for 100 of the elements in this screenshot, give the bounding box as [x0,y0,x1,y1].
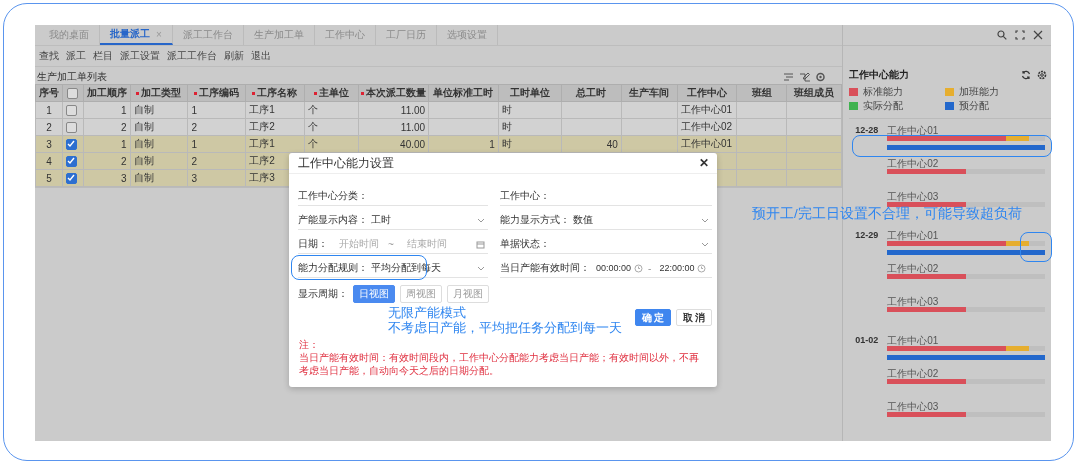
work-center-name: 工作中心02 [887,263,940,274]
clock-icon[interactable] [634,263,644,273]
dialog-button[interactable]: 确 定 [635,309,671,326]
column-header: 本次派工数量 [361,87,427,98]
form-field[interactable]: 工作中心： [500,187,712,206]
column-header: 加工类型 [136,87,182,98]
table-cell: 时 [501,121,512,132]
column-header: 主单位 [313,87,349,98]
period-label: 显示周期： [298,287,348,301]
table-cell: 时 [501,138,512,149]
work-center-name: 工作中心02 [887,368,940,379]
column-header: 工序名称 [252,87,298,98]
table-cell: 1 [489,138,495,150]
table-cell: 2 [120,155,127,167]
table-cell: 1 [46,104,52,116]
toolbar-button[interactable]: 派工工作台 [167,49,217,63]
table-cell: 1 [120,138,127,150]
row-checkbox[interactable] [65,155,77,167]
chevron-down-icon[interactable] [701,217,709,223]
calendar-icon[interactable] [476,239,485,249]
select-all-checkbox[interactable] [67,87,79,99]
toolbar-button[interactable]: 派工 [66,49,86,63]
table-cell: 4 [46,155,52,167]
edit-icon[interactable] [799,72,811,82]
tab[interactable]: 批量派工 × [100,25,173,45]
form-field[interactable]: 能力显示方式： 数值 [500,211,712,230]
row-checkbox[interactable] [65,104,77,116]
table-cell: 工序2 [249,155,275,166]
dialog-button[interactable]: 取 消 [676,309,712,326]
table-cell: 时 [501,104,512,115]
work-center-name: 工作中心02 [887,158,940,169]
chevron-down-icon[interactable] [477,265,485,271]
table-cell: 工序3 [249,172,275,183]
table-cell: 个 [307,138,318,149]
refresh-icon[interactable] [1021,70,1031,80]
toolbar-button[interactable]: 栏目 [93,49,113,63]
work-center-name: 工作中心03 [887,191,940,202]
toolbar-button[interactable]: 查找 [39,49,59,63]
form-field[interactable]: 工作中心分类： [298,187,488,206]
table-cell: 3 [191,172,197,184]
work-center-name: 工作中心03 [887,401,940,412]
work-center-name: 工作中心01 [887,125,940,136]
chevron-down-icon[interactable] [701,241,709,247]
view-button[interactable]: 日视图 [353,285,395,303]
work-center-name: 工作中心01 [887,335,940,346]
toolbar-button[interactable]: 刷新 [224,49,244,63]
table-cell: 2 [191,155,197,167]
table-cell: 工序2 [249,121,275,132]
column-header: 班组成员 [793,87,834,98]
row-checkbox[interactable] [65,121,77,133]
toolbar-button[interactable]: 退出 [251,49,271,63]
settings-icon[interactable] [1037,70,1047,80]
table-cell: 个 [307,121,318,132]
table-cell: 1 [191,104,197,116]
form-field[interactable]: 当日产能有效时间： 00:00:00 - 22:00:00 [500,259,712,278]
table-cell: 工作中心02 [681,121,733,132]
annotation-text: 预开工/完工日设置不合理，可能导致超负荷 [752,205,1022,223]
fullscreen-icon[interactable] [1015,30,1025,40]
filter-icon[interactable] [783,72,795,82]
search-icon[interactable] [997,30,1007,40]
table-cell: 40 [606,138,618,150]
form-field[interactable]: 单据状态： [500,235,712,254]
form-field[interactable]: 日期： 开始时间 ~ 结束时间 [298,235,488,254]
gear-icon[interactable] [815,72,827,82]
dialog-title: 工作中心能力设置 [298,154,394,172]
table-cell: 1 [120,104,127,116]
toolbar-button[interactable]: 派工设置 [120,49,160,63]
table-cell: 2 [120,121,127,133]
table-cell: 5 [46,172,52,184]
column-header: 序号 [38,87,59,98]
column-header: 工时单位 [509,87,550,98]
legend-label: 实际分配 [863,100,904,112]
table-cell: 自制 [133,155,154,166]
close-icon[interactable] [1033,30,1043,40]
row-checkbox[interactable] [65,172,77,184]
table-cell: 1 [191,138,197,150]
chevron-down-icon[interactable] [477,217,485,223]
work-center-name: 工作中心03 [887,296,940,307]
row-checkbox[interactable] [65,138,77,150]
table-cell: 个 [307,104,318,115]
table-cell: 3 [120,172,127,184]
date-label: 01-02 [854,335,880,346]
column-header: 工作中心 [687,87,728,98]
table-cell: 3 [46,138,52,150]
form-field[interactable]: 产能显示内容： 工时 [298,211,488,230]
legend-label: 标准能力 [863,86,904,98]
table-cell: 自制 [133,172,154,183]
column-header: 单位标准工时 [433,87,494,98]
table-cell: 工作中心01 [681,138,733,149]
column-header: 生产车间 [629,87,670,98]
note-text: 当日产能有效时间：有效时间段内，工作中心分配能力考虑当日产能；有效时间以外，不再考虑当日产能，自动向今天之后的日期分配。 [299,351,700,377]
column-header: 加工顺序 [86,87,127,98]
table-cell: 自制 [133,121,154,132]
annotation-text: 不考虑日产能，平均把任务分配到每一天 [388,321,622,336]
close-button[interactable]: ✕ [699,156,709,170]
column-header: 总工时 [576,87,607,98]
clock-icon[interactable] [697,263,707,273]
annotation-text: 无限产能模式 [388,306,467,321]
legend-label: 加班能力 [959,86,1000,98]
legend-label: 预分配 [959,100,990,112]
